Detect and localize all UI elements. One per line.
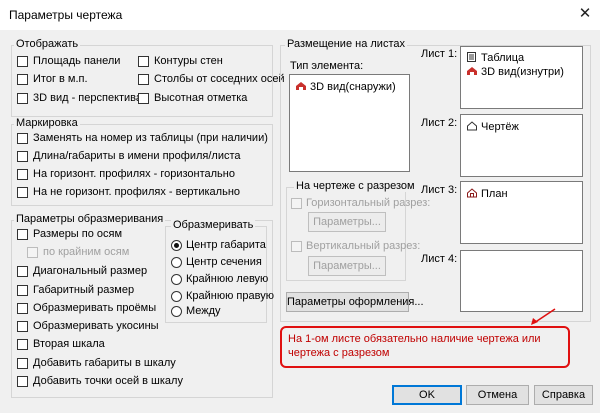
help-button[interactable]: Справка [534, 385, 593, 405]
checkbox-label: Габаритный размер [33, 284, 135, 296]
checkbox-label: Длина/габариты в имени профиля/листа [33, 150, 241, 162]
ok-button[interactable]: OK [392, 385, 462, 405]
checkbox-label: 3D вид - перспектива [33, 92, 143, 104]
sheet-4-list[interactable] [460, 250, 583, 312]
list-item-label: План [481, 188, 508, 200]
list-item[interactable]: 3D вид(снаружи) [295, 81, 396, 94]
checkbox-label: На не горизонт. профилях - вертикально [33, 186, 241, 198]
checkbox[interactable] [17, 303, 28, 314]
sheet-2-list[interactable]: Чертёж [460, 114, 583, 177]
house-3d-icon [467, 67, 477, 75]
radio-label: Центр сечения [186, 256, 262, 268]
checkbox-label: Заменять на номер из таблицы (при наличи… [33, 132, 268, 144]
radio-label: Центр габарита [186, 239, 266, 251]
checkbox[interactable] [17, 321, 28, 332]
checkbox-label: Диагональный размер [33, 265, 148, 277]
sheet-3-label: Лист 3: [421, 184, 458, 196]
checkbox-label: Контуры стен [154, 55, 223, 67]
sheet-1-label: Лист 1: [421, 48, 458, 60]
checkbox-label: Добавить габариты в шкалу [33, 357, 176, 369]
radio-button[interactable] [171, 240, 182, 251]
checkbox[interactable] [138, 93, 149, 104]
section-group-label: На чертеже с разрезом [294, 180, 417, 192]
element-type-list[interactable]: 3D вид(снаружи) [289, 74, 410, 172]
plan-icon [467, 188, 477, 198]
warning-arrow-icon [531, 308, 556, 325]
checkbox-label: Столбы от соседних осей [154, 73, 285, 85]
checkbox-label: Размеры по осям [33, 228, 123, 240]
checkbox-label: Образмеривать проёмы [33, 302, 157, 314]
list-item-label: Чертёж [481, 121, 519, 133]
horizontal-params-button[interactable]: Параметры... [308, 212, 386, 232]
list-item[interactable]: Таблица [466, 52, 524, 65]
checkbox[interactable] [17, 229, 28, 240]
checkbox-label: На горизонт. профилях - горизонтально [33, 168, 235, 180]
checkbox[interactable] [17, 93, 28, 104]
checkbox[interactable] [291, 198, 302, 209]
window-title: Параметры чертежа [9, 8, 123, 22]
checkbox-label: Образмеривать укосины [33, 320, 159, 332]
radio-button[interactable] [171, 257, 182, 268]
radio-button[interactable] [171, 306, 182, 317]
sheet-4-label: Лист 4: [421, 253, 458, 265]
cancel-button[interactable]: Отмена [466, 385, 529, 405]
checkbox[interactable] [138, 74, 149, 85]
list-item[interactable]: 3D вид(изнутри) [466, 66, 564, 79]
checkbox[interactable] [17, 74, 28, 85]
element-type-label: Тип элемента: [290, 60, 364, 72]
list-item-label: Таблица [481, 52, 525, 64]
checkbox[interactable] [291, 241, 302, 252]
placement-group-label: Размещение на листах [285, 38, 407, 50]
checkbox[interactable] [17, 169, 28, 180]
checkbox-label: Площадь панели [33, 55, 121, 67]
checkbox[interactable] [17, 266, 28, 277]
checkbox-label: Горизонтальный разрез: [306, 197, 431, 209]
dimension-params-group-label: Параметры образмеривания [14, 213, 166, 225]
checkbox[interactable] [17, 358, 28, 369]
checkbox[interactable] [17, 151, 28, 162]
sheet-3-list[interactable]: План [460, 181, 583, 244]
warning-message: На 1-ом листе обязательно наличие чертеж… [280, 326, 570, 368]
warning-text: На 1-ом листе обязательно наличие чертеж… [288, 333, 541, 359]
radio-label: Между [186, 305, 221, 317]
design-params-button[interactable]: Параметры оформления... [286, 292, 424, 312]
list-item-label: 3D вид(изнутри) [481, 66, 564, 78]
radio-label: Крайнюю правую [186, 290, 274, 302]
house-3d-icon [296, 82, 306, 90]
drawing-icon [467, 121, 477, 131]
list-item-label: 3D вид(снаружи) [310, 81, 396, 93]
display-group-label: Отображать [14, 38, 81, 50]
list-item[interactable]: Чертёж [466, 121, 519, 134]
dimension-by-group-label: Образмеривать [171, 219, 256, 231]
checkbox[interactable] [17, 339, 28, 350]
checkbox[interactable] [17, 56, 28, 67]
close-icon[interactable]: ✕ [574, 4, 596, 24]
checkbox-label: Добавить точки осей в шкалу [33, 375, 183, 387]
sheet-1-list[interactable]: Таблица 3D вид(изнутри) [460, 46, 583, 109]
checkbox-label: по крайним осям [43, 246, 130, 258]
checkbox-label: Высотная отметка [154, 92, 248, 104]
list-item[interactable]: План [466, 188, 508, 201]
checkbox-label: Вторая шкала [33, 338, 105, 350]
checkbox[interactable] [17, 133, 28, 144]
checkbox[interactable] [17, 285, 28, 296]
checkbox[interactable] [138, 56, 149, 67]
vertical-params-button[interactable]: Параметры... [308, 256, 386, 276]
checkbox-label: Итог в м.п. [33, 73, 88, 85]
checkbox[interactable] [17, 187, 28, 198]
checkbox[interactable] [27, 247, 38, 258]
radio-button[interactable] [171, 291, 182, 302]
checkbox[interactable] [17, 376, 28, 387]
checkbox-label: Вертикальный разрез: [306, 240, 421, 252]
marking-group-label: Маркировка [14, 117, 80, 129]
radio-button[interactable] [171, 274, 182, 285]
table-icon [467, 52, 476, 62]
radio-label: Крайнюю левую [186, 273, 269, 285]
sheet-2-label: Лист 2: [421, 117, 458, 129]
